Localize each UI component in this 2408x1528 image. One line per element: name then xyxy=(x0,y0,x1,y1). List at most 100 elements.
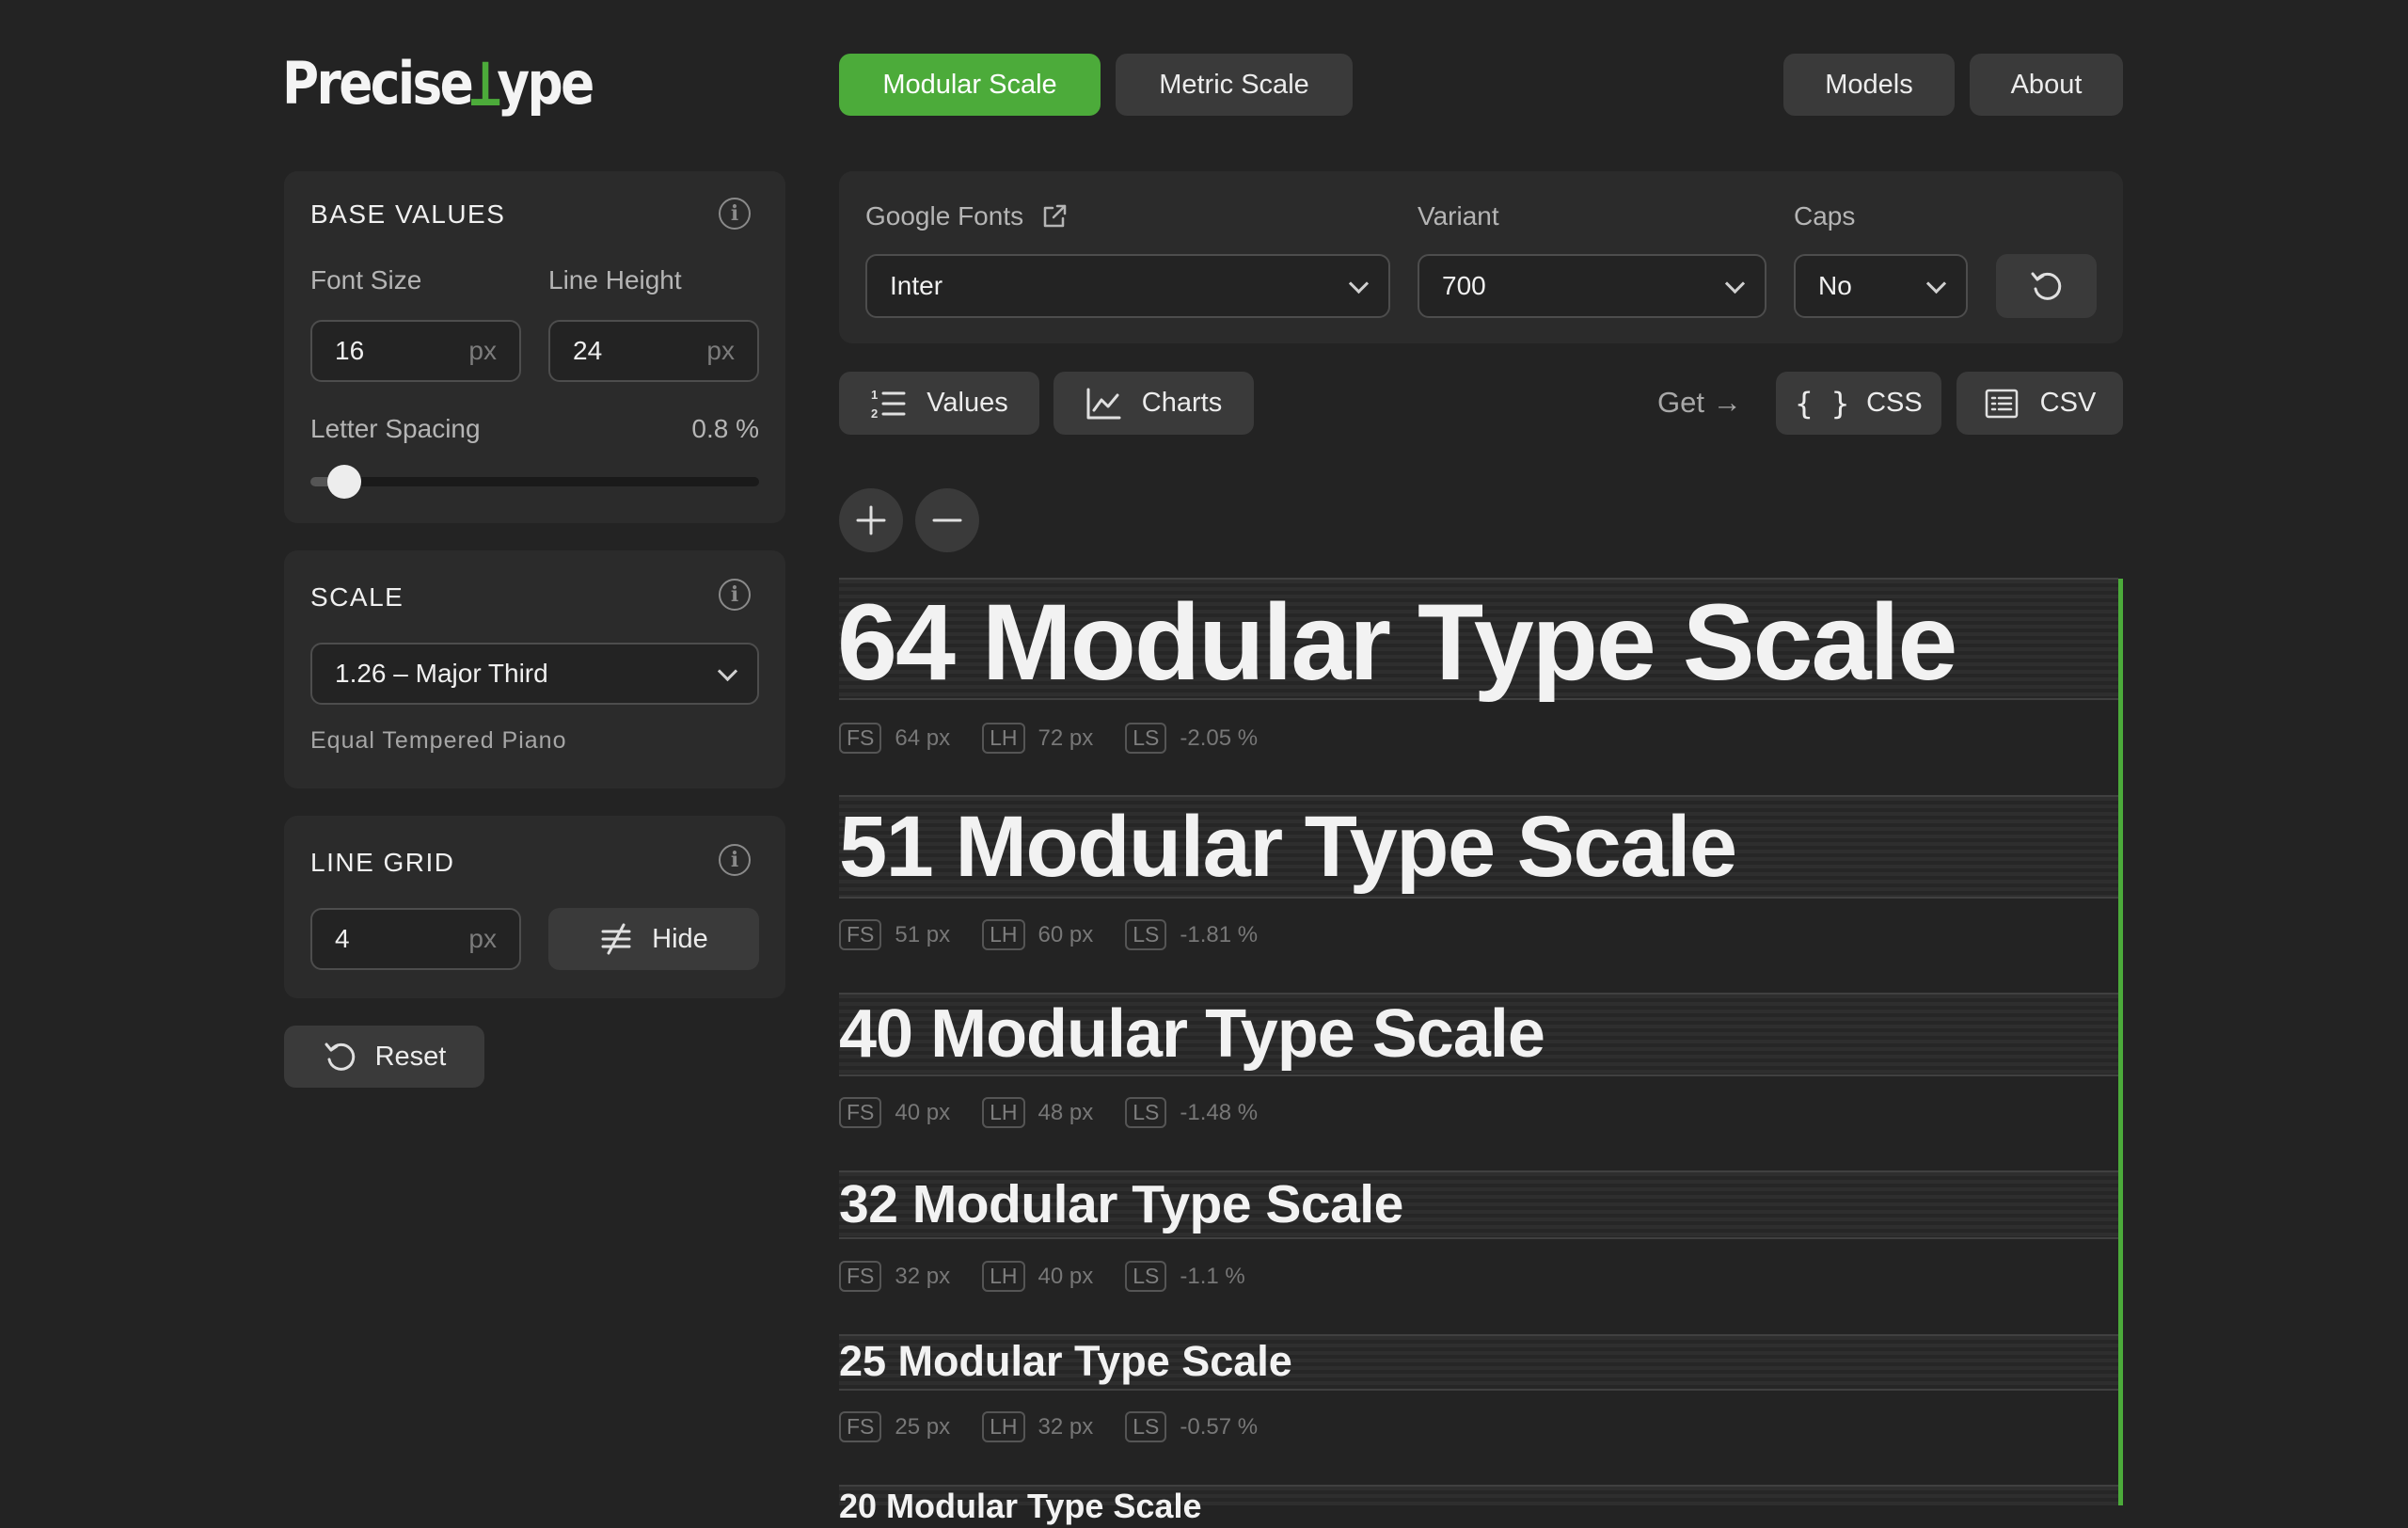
font-size-unit: px xyxy=(468,336,497,365)
variant-label: Variant xyxy=(1418,201,1499,231)
css-export-button[interactable]: { } CSS xyxy=(1776,372,1941,435)
braces-icon: { } xyxy=(1795,385,1850,422)
scale-panel: SCALE i 1.26 – Major Third Equal Tempere… xyxy=(284,550,785,788)
about-button[interactable]: About xyxy=(1970,54,2123,116)
font-selected: Inter xyxy=(890,271,943,300)
chevron-down-icon xyxy=(1925,273,1947,294)
font-size-input[interactable]: 16 px xyxy=(310,320,521,382)
variant-selected: 700 xyxy=(1442,271,1486,300)
css-label: CSS xyxy=(1866,388,1923,418)
csv-label: CSV xyxy=(2039,388,2097,418)
scale-accent-bar xyxy=(2118,579,2123,1505)
row-meta-64: FS 64 px LH 72 px LS -2.05 % xyxy=(839,723,1290,754)
caps-selected: No xyxy=(1818,271,1852,300)
row-divider xyxy=(839,1074,2118,1076)
lh-value: 60 px xyxy=(1038,921,1094,947)
grid-hide-icon xyxy=(601,923,631,955)
specimen-40: 40 Modular Type Scale xyxy=(839,996,1545,1072)
letter-spacing-value: 0.8 % xyxy=(691,414,759,443)
hide-grid-label: Hide xyxy=(652,923,708,954)
hide-grid-button[interactable]: Hide xyxy=(548,908,759,970)
reset-icon xyxy=(325,1043,355,1071)
charts-view-button[interactable]: Charts xyxy=(1054,372,1254,435)
lh-value: 72 px xyxy=(1038,724,1094,751)
models-button[interactable]: Models xyxy=(1783,54,1955,116)
letter-spacing-label: Letter Spacing xyxy=(310,414,481,443)
logo-text-precise: Precise xyxy=(282,48,474,118)
line-height-value: 24 xyxy=(573,336,603,365)
row-divider xyxy=(839,1389,2118,1391)
ls-tag: LS xyxy=(1125,1097,1167,1128)
ls-tag: LS xyxy=(1125,919,1167,950)
scale-selected: 1.26 – Major Third xyxy=(335,659,548,688)
lh-tag: LH xyxy=(982,1261,1025,1292)
line-grid-unit: px xyxy=(468,924,497,953)
variant-select[interactable]: 700 xyxy=(1418,254,1766,318)
specimen-64: 64 Modular Type Scale xyxy=(837,582,1957,703)
font-select[interactable]: Inter xyxy=(865,254,1390,318)
fs-tag: FS xyxy=(839,1097,882,1128)
logo-mark: Ʇ xyxy=(471,50,499,119)
remove-step-button[interactable] xyxy=(915,488,979,552)
plus-icon xyxy=(856,505,886,535)
lh-value: 32 px xyxy=(1038,1413,1094,1440)
slider-thumb[interactable] xyxy=(327,465,361,499)
base-values-title: BASE VALUES xyxy=(310,199,506,229)
info-icon[interactable]: i xyxy=(719,198,751,230)
modular-scale-tab[interactable]: Modular Scale xyxy=(839,54,1101,116)
chevron-down-icon xyxy=(1724,273,1746,294)
csv-export-button[interactable]: CSV xyxy=(1956,372,2123,435)
line-grid-input[interactable]: 4 px xyxy=(310,908,521,970)
chevron-down-icon xyxy=(1348,273,1370,294)
line-grid-title: LINE GRID xyxy=(310,848,455,877)
charts-label: Charts xyxy=(1141,388,1223,418)
ls-tag: LS xyxy=(1125,723,1167,754)
ls-tag: LS xyxy=(1125,1261,1167,1292)
letter-spacing-slider[interactable] xyxy=(310,477,759,486)
row-meta-32: FS 32 px LH 40 px LS -1.1 % xyxy=(839,1261,1277,1292)
info-icon[interactable]: i xyxy=(719,844,751,876)
values-view-button[interactable]: 12 Values xyxy=(839,372,1039,435)
reset-font-button[interactable] xyxy=(1996,254,2097,318)
font-size-label: Font Size xyxy=(310,265,422,294)
line-grid-panel: LINE GRID i 4 px Hide xyxy=(284,816,785,998)
get-label: Get → xyxy=(1657,386,1742,419)
line-height-input[interactable]: 24 px xyxy=(548,320,759,382)
line-grid-value: 4 xyxy=(335,924,350,953)
scale-note: Equal Tempered Piano xyxy=(310,727,567,754)
metric-scale-tab[interactable]: Metric Scale xyxy=(1116,54,1353,116)
line-height-label: Line Height xyxy=(548,265,682,294)
chevron-down-icon xyxy=(717,661,738,681)
fs-value: 64 px xyxy=(895,724,951,751)
values-label: Values xyxy=(927,388,1008,418)
logo[interactable]: Precise Ʇype xyxy=(282,45,594,120)
lh-value: 48 px xyxy=(1038,1099,1094,1125)
specimen-20: 20 Modular Type Scale xyxy=(839,1487,1202,1525)
lh-tag: LH xyxy=(982,919,1025,950)
row-divider xyxy=(839,1237,2118,1239)
font-size-value: 16 xyxy=(335,336,365,365)
fs-value: 40 px xyxy=(895,1099,951,1125)
scale-title: SCALE xyxy=(310,582,404,612)
reset-button[interactable]: Reset xyxy=(284,1026,484,1088)
row-meta-25: FS 25 px LH 32 px LS -0.57 % xyxy=(839,1411,1290,1442)
minus-icon xyxy=(932,518,962,522)
external-link-icon xyxy=(1043,204,1067,228)
fs-tag: FS xyxy=(839,1411,882,1442)
ls-value: -1.81 % xyxy=(1180,921,1259,947)
logo-text-ype: ype xyxy=(497,48,594,118)
table-icon xyxy=(1985,389,2018,418)
add-step-button[interactable] xyxy=(839,488,903,552)
specimen-32: 32 Modular Type Scale xyxy=(839,1174,1403,1234)
ls-value: -1.1 % xyxy=(1180,1263,1245,1289)
caps-select[interactable]: No xyxy=(1794,254,1968,318)
google-fonts-link[interactable]: Google Fonts xyxy=(865,201,1069,231)
lh-tag: LH xyxy=(982,723,1025,754)
row-meta-40: FS 40 px LH 48 px LS -1.48 % xyxy=(839,1097,1290,1128)
fs-value: 25 px xyxy=(895,1413,951,1440)
base-values-panel: BASE VALUES i Font Size Line Height 16 p… xyxy=(284,171,785,523)
info-icon[interactable]: i xyxy=(719,579,751,611)
scale-select[interactable]: 1.26 – Major Third xyxy=(310,643,759,705)
caps-label: Caps xyxy=(1794,201,1856,231)
fs-tag: FS xyxy=(839,723,882,754)
